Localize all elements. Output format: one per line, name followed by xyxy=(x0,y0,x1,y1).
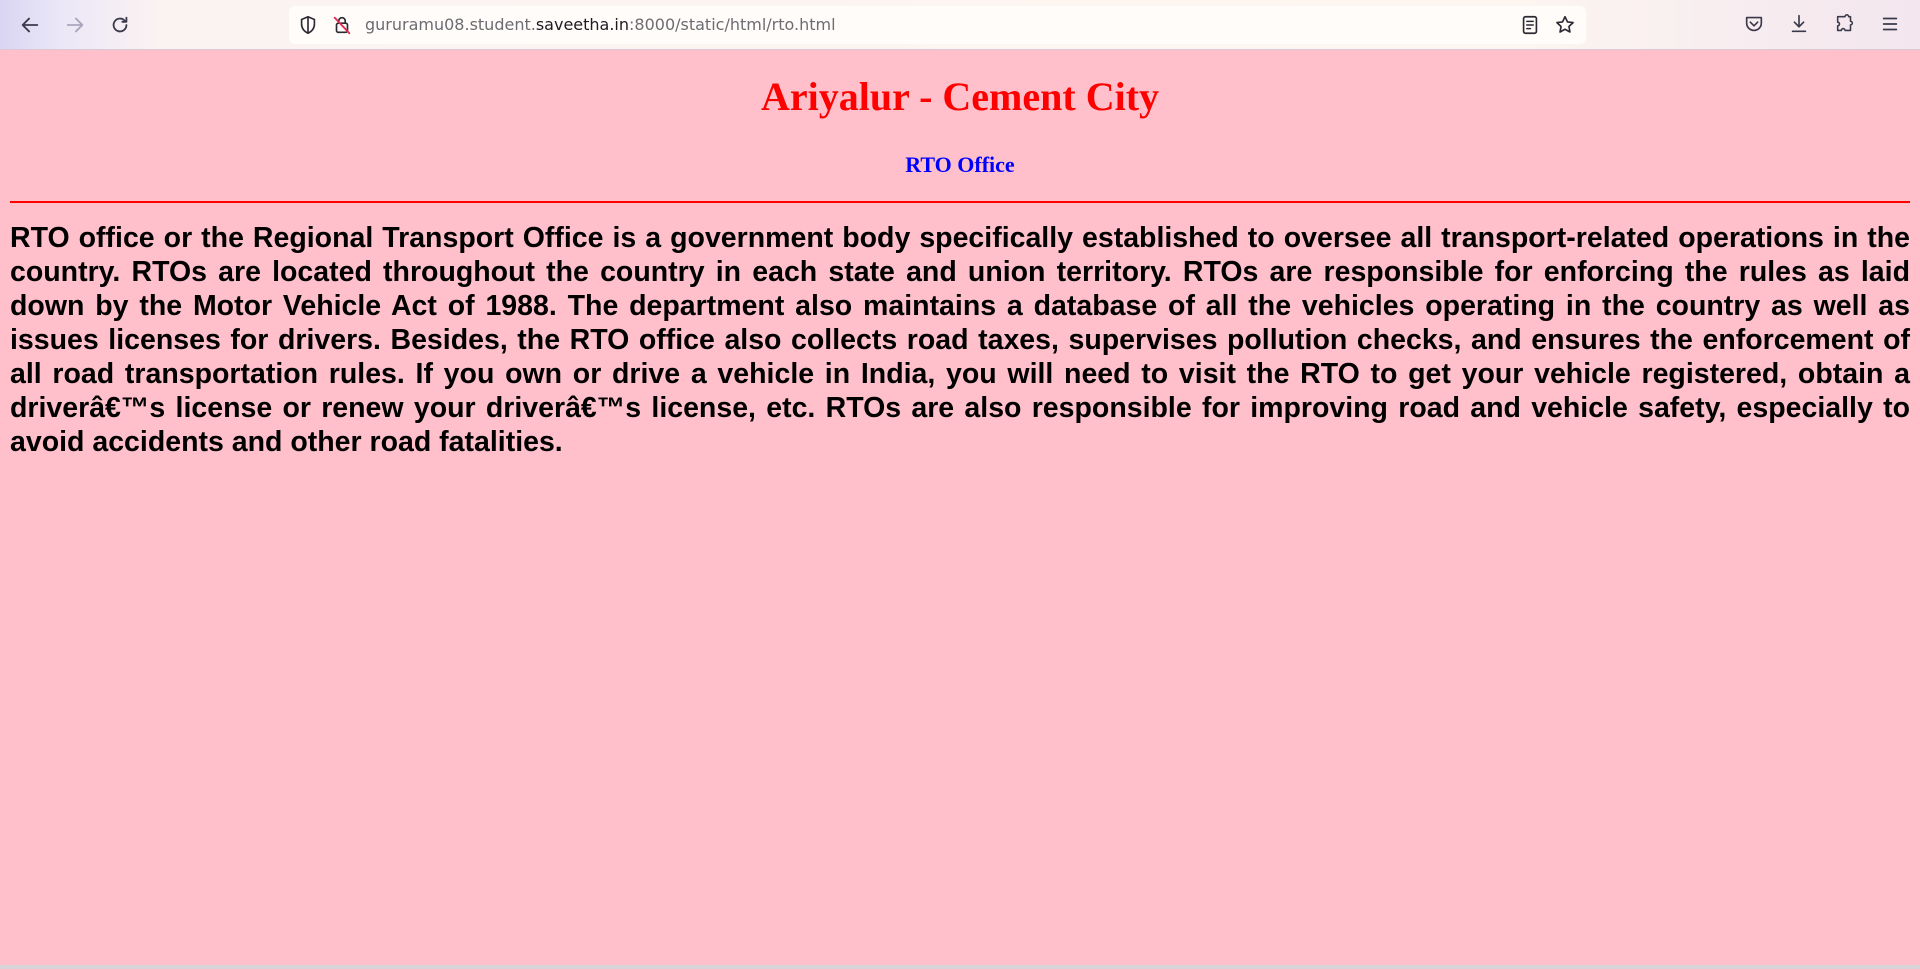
reload-icon xyxy=(112,16,128,33)
body-paragraph: RTO office or the Regional Transport Off… xyxy=(10,222,1910,458)
url-prefix: gururamu08.student. xyxy=(365,15,536,34)
url-suffix: :8000/static/html/rto.html xyxy=(629,15,836,34)
insecure-lock-icon[interactable] xyxy=(331,14,353,36)
extensions-button[interactable] xyxy=(1831,10,1859,38)
horizontal-rule xyxy=(10,201,1910,203)
bookmark-star-icon[interactable] xyxy=(1554,14,1576,36)
back-button[interactable] xyxy=(13,8,47,42)
hamburger-menu-icon xyxy=(1882,17,1898,31)
url-host: saveetha.in xyxy=(535,15,630,34)
reload-button[interactable] xyxy=(103,8,137,42)
pocket-button[interactable] xyxy=(1740,10,1768,38)
back-arrow-icon xyxy=(21,17,39,33)
pocket-icon xyxy=(1745,16,1763,32)
url-bar[interactable]: gururamu08.student.saveetha.in:8000/stat… xyxy=(289,6,1586,44)
forward-arrow-icon xyxy=(66,17,84,33)
downloads-icon xyxy=(1791,14,1807,33)
browser-toolbar: gururamu08.student.saveetha.in:8000/stat… xyxy=(0,0,1920,50)
extensions-icon xyxy=(1836,14,1854,32)
page-title: Ariyalur - Cement City xyxy=(760,74,1160,119)
page-content: Ariyalur - Cement City RTO Office RTO of… xyxy=(0,51,1920,969)
downloads-button[interactable] xyxy=(1785,10,1813,38)
url-text[interactable]: gururamu08.student.saveetha.in:8000/stat… xyxy=(365,14,836,36)
forward-button[interactable] xyxy=(58,8,92,42)
window-bottom-edge xyxy=(0,965,1920,969)
app-menu-button[interactable] xyxy=(1876,10,1904,38)
reader-view-icon[interactable] xyxy=(1519,14,1541,36)
page-subtitle: RTO Office xyxy=(905,152,1015,177)
tracking-protection-shield-icon[interactable] xyxy=(297,14,319,36)
